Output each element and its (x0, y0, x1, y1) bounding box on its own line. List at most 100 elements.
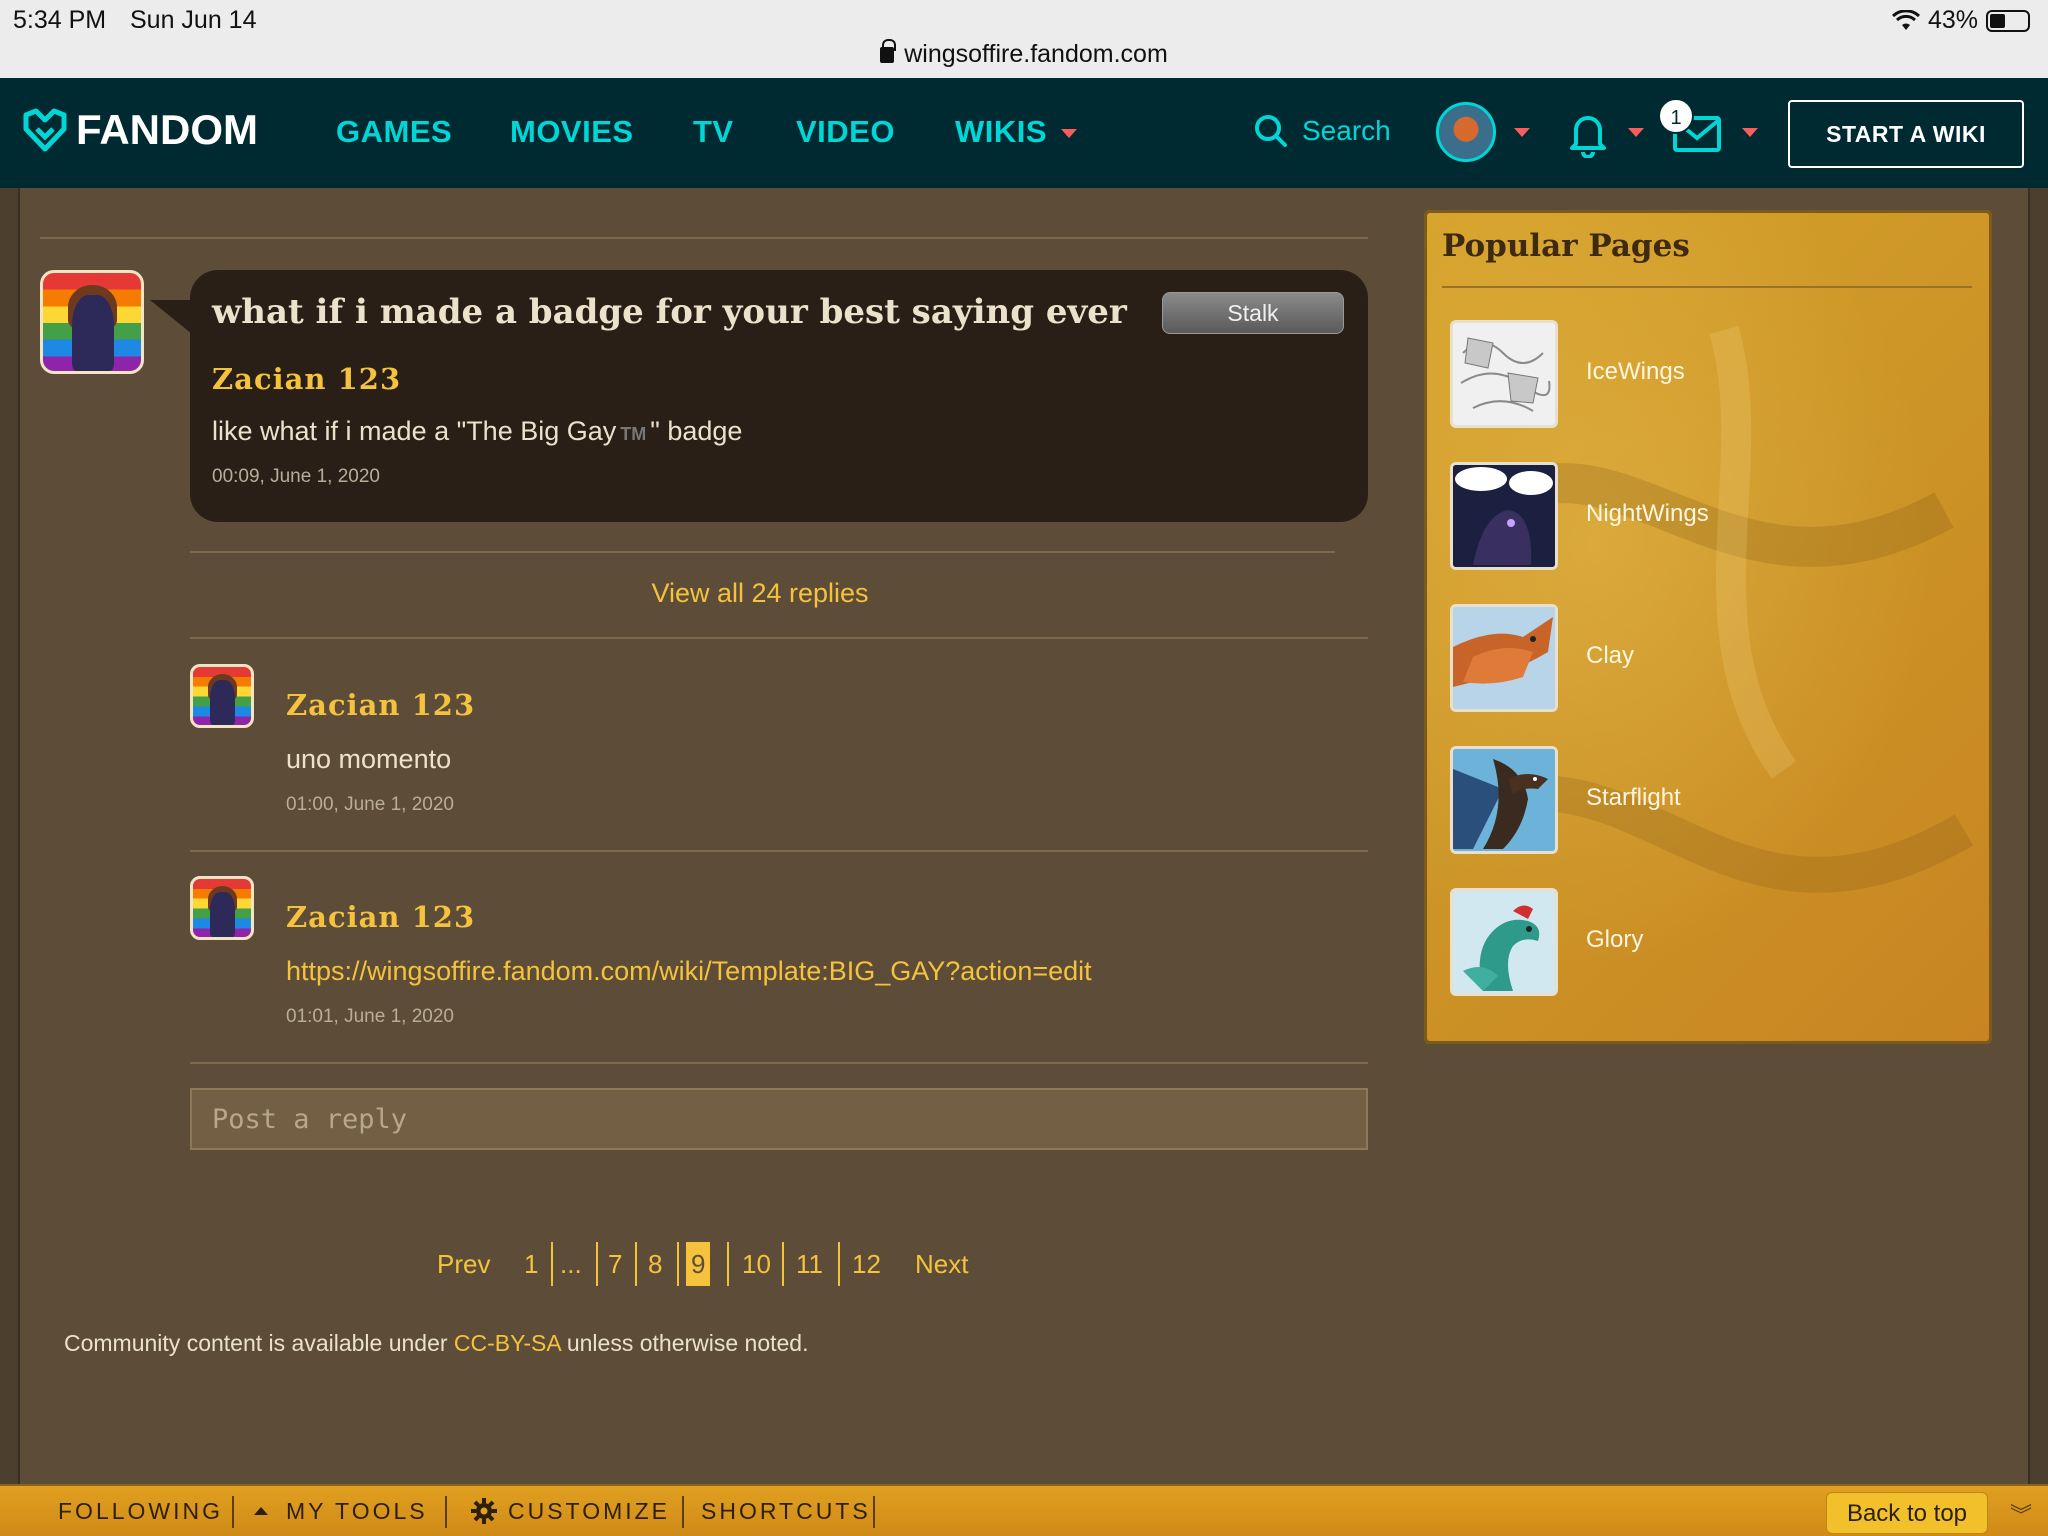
pagination-page-7[interactable]: 7 (608, 1242, 622, 1286)
address-url: wingsoffire.fandom.com (904, 40, 1168, 68)
popular-page-label: IceWings (1586, 358, 1685, 385)
toolbar-following[interactable]: FOLLOWING (58, 1498, 223, 1525)
pagination-page-10[interactable]: 10 (742, 1242, 771, 1286)
nav-wikis[interactable]: WIKIS (955, 114, 1078, 150)
glory-thumbnail (1450, 888, 1558, 996)
popular-page-item[interactable]: IceWings (1450, 320, 1970, 430)
reply-author[interactable]: Zacian 123 (286, 688, 475, 722)
reply-avatar[interactable] (190, 876, 254, 940)
divider (190, 850, 1368, 852)
avatar-chevron-down-icon[interactable] (1514, 128, 1530, 137)
chevron-double-down-icon[interactable]: ︾ (2010, 1498, 2032, 1530)
search-label: Search (1302, 115, 1391, 146)
pagination-page-11[interactable]: 11 (796, 1242, 823, 1286)
popular-page-label: Glory (1586, 926, 1644, 953)
caret-up-icon (254, 1506, 268, 1515)
nav-tv[interactable]: TV (693, 114, 734, 150)
popular-page-item[interactable]: Clay (1450, 604, 1970, 714)
bell-icon[interactable] (1568, 110, 1608, 158)
status-bar: 5:34 PM Sun Jun 14 wingsoffire.fandom.co… (0, 0, 2048, 78)
trademark-mark: TM (620, 424, 647, 444)
messages-chevron-down-icon[interactable] (1742, 128, 1758, 137)
op-avatar[interactable] (40, 270, 144, 374)
reply-avatar[interactable] (190, 664, 254, 728)
avatar-figure (72, 294, 114, 371)
toolbar-my-tools-label: MY TOOLS (286, 1498, 428, 1524)
page-frame-right (2028, 188, 2048, 1484)
view-all-replies-link[interactable]: View all 24 replies (190, 578, 1330, 609)
nav-movies[interactable]: MOVIES (510, 114, 634, 150)
popular-page-item[interactable]: NightWings (1450, 462, 1970, 572)
toolbar-separator (873, 1496, 875, 1528)
nav-video[interactable]: VIDEO (796, 114, 895, 150)
pagination-separator (596, 1242, 598, 1286)
notifications-chevron-down-icon[interactable] (1628, 128, 1644, 137)
license-notice: Community content is available under CC-… (64, 1330, 809, 1357)
nav-games[interactable]: GAMES (336, 114, 452, 150)
thread-post: what if i made a badge for your best say… (190, 270, 1368, 522)
divider (190, 551, 1335, 553)
pagination-separator (677, 1242, 679, 1286)
nav-wikis-label: WIKIS (955, 114, 1048, 149)
battery-icon (1986, 9, 2030, 32)
icewings-thumbnail (1450, 320, 1558, 428)
toolbar-customize[interactable]: CUSTOMIZE (470, 1497, 671, 1527)
reply-item: Zacian 123 https://wingsoffire.fandom.co… (190, 876, 1368, 1036)
thread-timestamp: 00:09, June 1, 2020 (212, 466, 380, 487)
popular-pages-title: Popular Pages (1442, 228, 1690, 264)
thread-title: what if i made a badge for your best say… (212, 292, 1127, 332)
pagination-page-9-current[interactable]: 9 (686, 1242, 711, 1286)
reply-text: uno momento (286, 744, 452, 774)
popular-page-item[interactable]: Starflight (1450, 746, 1970, 856)
address-bar[interactable]: wingsoffire.fandom.com (0, 39, 2048, 69)
reply-timestamp: 01:01, June 1, 2020 (286, 1006, 454, 1027)
reply-link[interactable]: https://wingsoffire.fandom.com/wiki/Temp… (286, 956, 1092, 987)
wiki-toolbar: FOLLOWING MY TOOLS CUSTOMIZE SHORTCUTS B… (0, 1484, 2048, 1536)
popular-page-item[interactable]: Glory (1450, 888, 1970, 998)
pagination-separator (635, 1242, 637, 1286)
avatar-figure (210, 891, 235, 937)
divider (190, 637, 1368, 639)
map-image (1453, 323, 1555, 425)
pagination: Prev 1 ... 7 8 9 10 11 12 Next (0, 1242, 2048, 1286)
nightwings-thumbnail (1450, 462, 1558, 570)
pagination-separator (727, 1242, 729, 1286)
speech-bubble-tail (150, 300, 192, 334)
reply-author[interactable]: Zacian 123 (286, 900, 475, 934)
chevron-down-icon (1061, 129, 1078, 139)
toolbar-customize-label: CUSTOMIZE (508, 1498, 671, 1524)
battery-percent: 43% (1927, 6, 1978, 34)
pagination-separator (782, 1242, 784, 1286)
popular-page-label: Starflight (1586, 784, 1681, 811)
user-avatar[interactable] (1436, 102, 1496, 162)
thread-message: like what if i made a "The Big Gay TM " ba… (212, 416, 742, 447)
pagination-page-12[interactable]: 12 (852, 1242, 881, 1286)
stalk-button[interactable]: Stalk (1162, 292, 1344, 334)
toolbar-separator (232, 1496, 234, 1528)
pagination-prev[interactable]: Prev (437, 1242, 490, 1286)
start-a-wiki-button[interactable]: START A WIKI (1788, 100, 2024, 168)
status-date: Sun Jun 14 (130, 6, 257, 34)
back-to-top-button[interactable]: Back to top (1826, 1492, 1988, 1534)
pagination-page-1[interactable]: 1 (524, 1242, 538, 1286)
status-time: 5:34 PM (13, 6, 107, 34)
dragon-image (1453, 749, 1555, 851)
lock-icon (880, 39, 897, 63)
toolbar-separator (682, 1496, 684, 1528)
fandom-wordmark: FANDOM (76, 106, 258, 153)
battery-fill (1990, 13, 2006, 28)
post-reply-input[interactable] (192, 1090, 1366, 1148)
fandom-logo[interactable]: FANDOM (22, 106, 258, 154)
pagination-next[interactable]: Next (915, 1242, 968, 1286)
comic-image (1453, 465, 1555, 567)
message-count-badge: 1 (1658, 98, 1694, 134)
page-frame-left (0, 188, 20, 1484)
toolbar-my-tools[interactable]: MY TOOLS (254, 1498, 428, 1525)
thread-author[interactable]: Zacian 123 (212, 362, 401, 396)
post-reply-box[interactable] (190, 1088, 1368, 1150)
search-button[interactable]: Search (1254, 114, 1391, 148)
toolbar-shortcuts[interactable]: SHORTCUTS (701, 1498, 871, 1525)
fandom-heart-icon (23, 108, 67, 152)
pagination-page-8[interactable]: 8 (648, 1242, 662, 1286)
license-link[interactable]: CC-BY-SA (454, 1330, 561, 1356)
